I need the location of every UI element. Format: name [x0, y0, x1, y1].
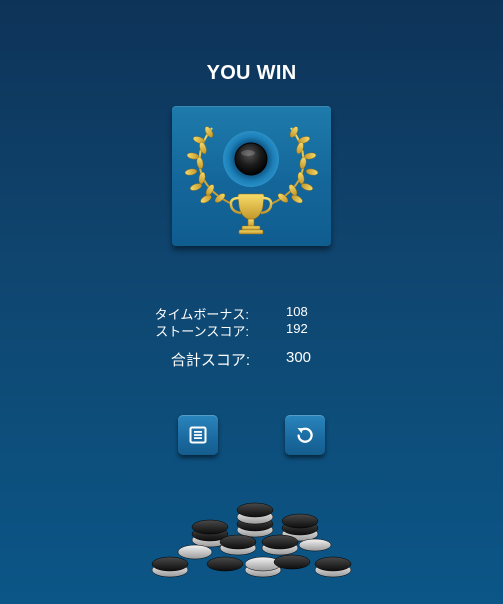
retry-button[interactable] — [285, 415, 325, 455]
time-bonus-value: 108 — [286, 304, 308, 319]
total-score-label: 合計スコア: — [170, 352, 250, 369]
stone-pile-icon — [151, 502, 352, 578]
restart-icon — [297, 427, 313, 443]
stone-score-value: 192 — [286, 321, 308, 336]
menu-list-icon — [189, 426, 207, 444]
menu-button[interactable] — [178, 415, 218, 455]
result-title: YOU WIN — [206, 62, 297, 84]
total-score-value: 300 — [286, 349, 312, 366]
stone-score-label: ストーンスコア: — [155, 324, 249, 339]
trophy-laurel-icon — [184, 126, 319, 235]
trophy-badge — [172, 106, 331, 246]
